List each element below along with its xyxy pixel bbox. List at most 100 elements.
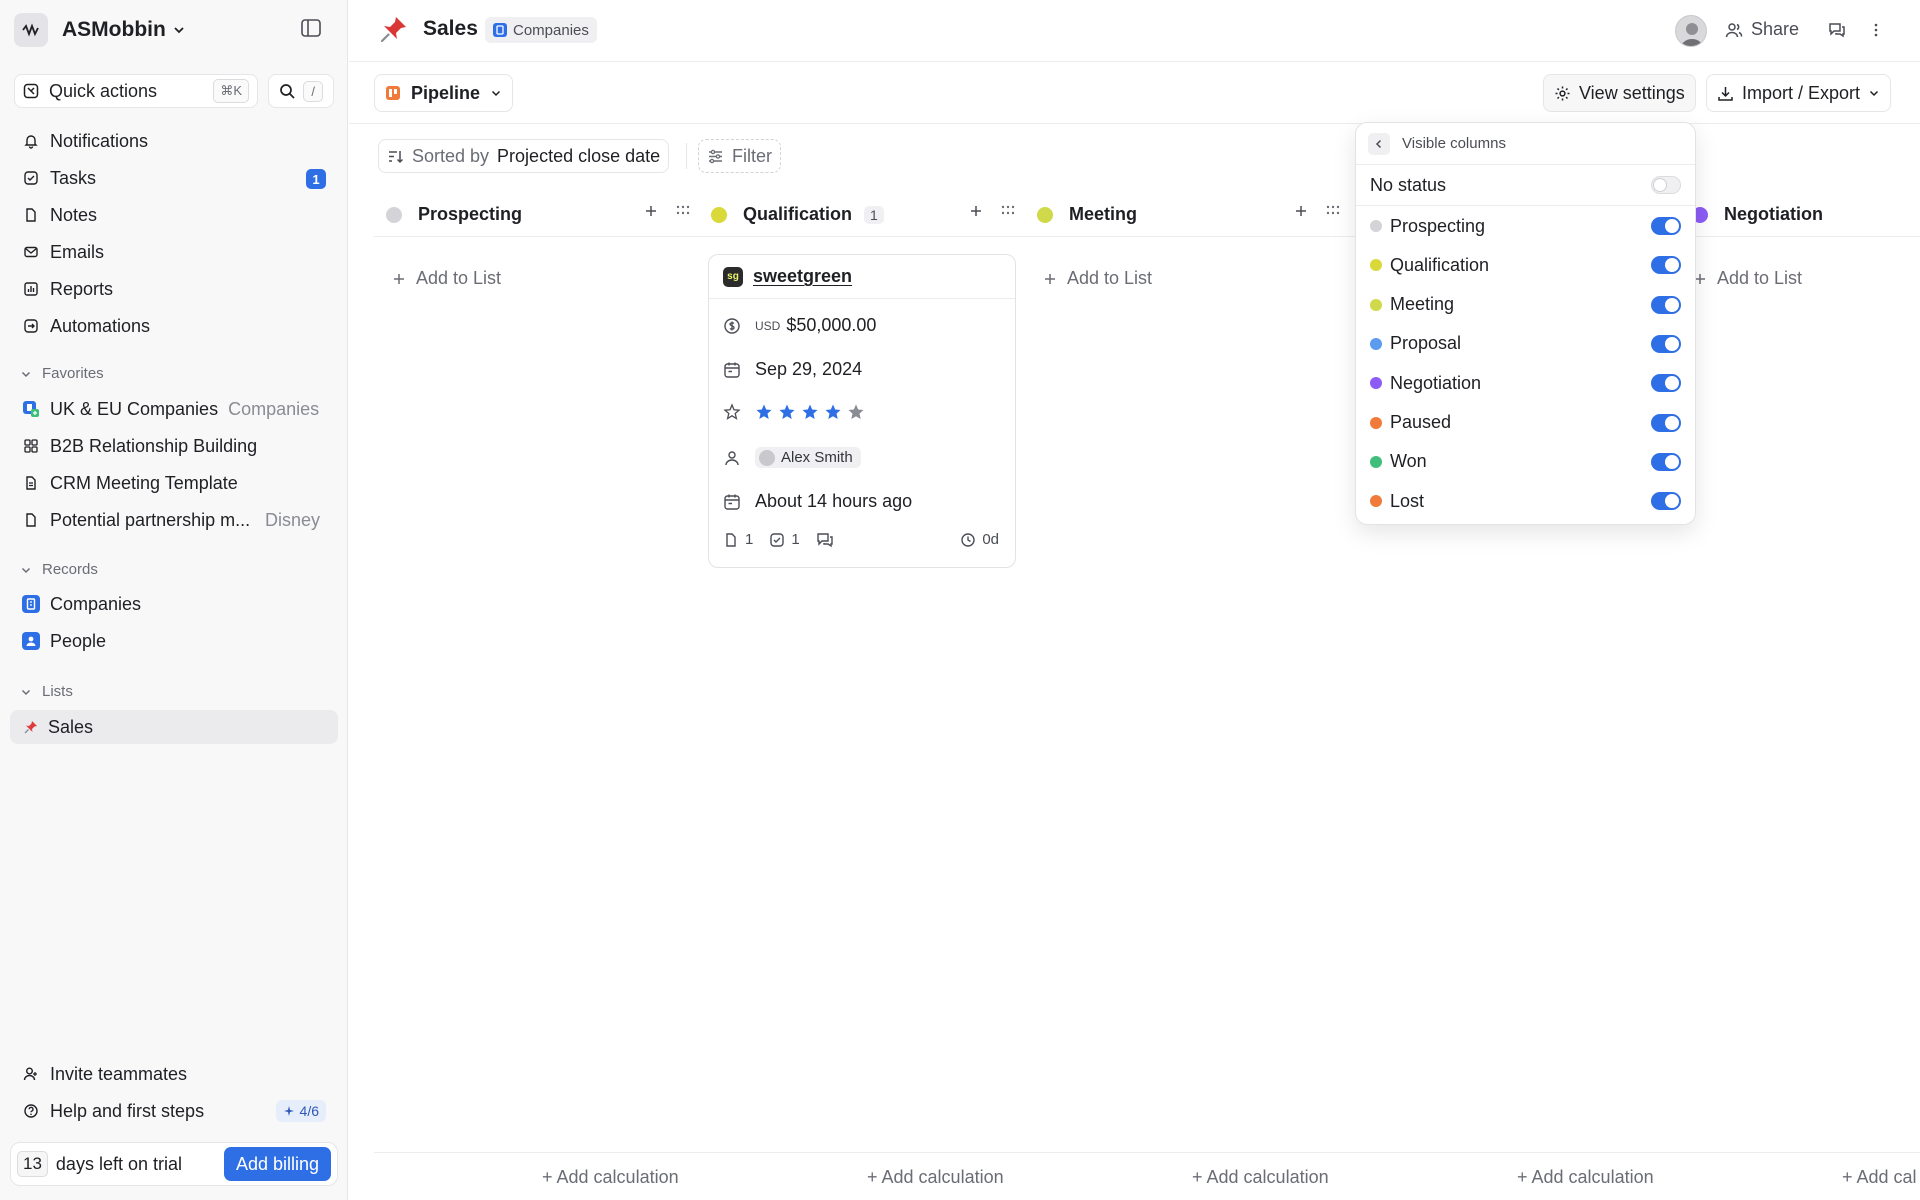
user-avatar[interactable] [1675, 15, 1707, 47]
sidebar-item-uk-eu-companies[interactable]: UK & EU Companies Companies [10, 392, 338, 426]
sidebar-item-label: Emails [50, 241, 105, 262]
chevron-down-icon [21, 371, 31, 377]
drag-handle-icon[interactable] [1001, 205, 1015, 215]
column-visibility-toggle[interactable] [1651, 374, 1681, 393]
column-visibility-row-proposal[interactable]: Proposal [1356, 325, 1695, 363]
column-visibility-row-qualification[interactable]: Qualification [1356, 246, 1695, 284]
tasks-counter[interactable]: 1 [769, 531, 800, 548]
sidebar-item-notifications[interactable]: Notifications [10, 124, 338, 158]
column-header-negotiation[interactable]: Negotiation [1692, 204, 1823, 225]
import-export-label: Import / Export [1742, 82, 1861, 103]
column-header-qualification[interactable]: Qualification 1 [711, 204, 884, 225]
quick-actions-button[interactable]: Quick actions ⌘K [14, 74, 258, 108]
file-icon [22, 206, 40, 224]
add-calculation-button[interactable]: + Add cal [1842, 1167, 1917, 1188]
column-visibility-row-won[interactable]: Won [1356, 443, 1695, 481]
no-status-row[interactable]: No status [1356, 166, 1695, 204]
star-filled-icon[interactable] [755, 403, 773, 421]
filter-button[interactable]: Filter [698, 139, 781, 173]
help-first-steps-link[interactable]: Help and first steps 4/6 [10, 1094, 338, 1128]
notes-counter[interactable]: 1 [723, 531, 753, 548]
add-calculation-button[interactable]: + Add calculation [1517, 1167, 1654, 1188]
toggle-knob [1665, 454, 1679, 469]
column-visibility-row-negotiation[interactable]: Negotiation [1356, 364, 1695, 402]
sidebar-item-reports[interactable]: Reports [10, 272, 338, 306]
add-record-icon[interactable] [1293, 203, 1309, 219]
owner-chip[interactable]: Alex Smith [755, 447, 861, 468]
star-empty-icon[interactable] [847, 403, 865, 421]
back-button[interactable] [1368, 132, 1390, 155]
lists-section-toggle[interactable]: Lists [20, 683, 73, 700]
sidebar-item-automations[interactable]: Automations [10, 309, 338, 343]
star-filled-icon[interactable] [801, 403, 819, 421]
add-record-icon[interactable] [643, 203, 659, 219]
status-dot [1370, 455, 1382, 468]
sidebar-item-people[interactable]: People [10, 624, 338, 658]
column-visibility-toggle[interactable] [1651, 217, 1681, 235]
status-dot [1370, 337, 1382, 350]
more-options-icon[interactable] [1873, 20, 1879, 40]
sidebar-item-tasks[interactable]: Tasks 1 [10, 161, 338, 195]
favorites-section-toggle[interactable]: Favorites [20, 365, 104, 382]
sidebar-item-companies[interactable]: Companies [10, 587, 338, 621]
sidebar-item-crm-meeting-template[interactable]: CRM Meeting Template [10, 466, 338, 500]
sidebar-item-label: Reports [50, 278, 114, 299]
comments-icon[interactable] [1827, 20, 1847, 40]
add-calculation-button[interactable]: + Add calculation [1192, 1167, 1329, 1188]
view-settings-button[interactable]: View settings [1543, 74, 1696, 112]
column-visibility-toggle[interactable] [1651, 492, 1681, 511]
file-icon [22, 511, 40, 529]
star-rating[interactable] [755, 403, 865, 421]
sidebar-item-emails[interactable]: Emails [10, 235, 338, 269]
add-to-list-button[interactable]: Add to List [1693, 268, 1802, 289]
sort-chip[interactable]: Sorted by Projected close date [378, 139, 670, 173]
deal-card[interactable]: sg sweetgreen USD $50,000.00 Sep 29, 202… [708, 254, 1016, 568]
sidebar-toggle-icon[interactable] [300, 17, 322, 39]
add-record-icon[interactable] [968, 203, 984, 219]
column-header-prospecting[interactable]: Prospecting [386, 204, 522, 225]
column-visibility-label: Proposal [1390, 333, 1462, 354]
no-status-toggle[interactable] [1651, 176, 1681, 194]
invite-teammates-link[interactable]: Invite teammates [10, 1057, 338, 1091]
drag-handle-icon[interactable] [676, 205, 690, 215]
status-dot [1037, 206, 1053, 223]
companies-list-icon [22, 400, 40, 418]
import-export-button[interactable]: Import / Export [1706, 74, 1892, 112]
records-section-toggle[interactable]: Records [20, 561, 98, 578]
view-selector-button[interactable]: Pipeline [374, 74, 514, 112]
add-to-list-button[interactable]: Add to List [1043, 268, 1152, 289]
add-calculation-button[interactable]: + Add calculation [867, 1167, 1004, 1188]
task-icon [770, 532, 785, 547]
company-link[interactable]: sweetgreen [753, 266, 852, 287]
deal-age: 0d [960, 531, 999, 548]
filter-label: Filter [732, 145, 772, 166]
search-button[interactable]: / [268, 74, 334, 108]
add-calculation-button[interactable]: + Add calculation [542, 1167, 679, 1188]
close-date-row: Sep 29, 2024 [723, 359, 862, 380]
column-visibility-row-meeting[interactable]: Meeting [1356, 286, 1695, 324]
star-filled-icon[interactable] [778, 403, 796, 421]
parent-object-chip[interactable]: Companies [485, 17, 597, 43]
column-visibility-row-prospecting[interactable]: Prospecting [1356, 207, 1695, 245]
column-visibility-toggle[interactable] [1651, 295, 1681, 314]
comments-counter[interactable] [816, 532, 834, 548]
add-billing-button[interactable]: Add billing [223, 1147, 331, 1181]
sidebar-item-notes[interactable]: Notes [10, 198, 338, 232]
chevron-down-icon [492, 90, 501, 97]
column-visibility-row-paused[interactable]: Paused [1356, 404, 1695, 442]
column-header-meeting[interactable]: Meeting [1037, 204, 1137, 225]
column-visibility-toggle[interactable] [1651, 452, 1681, 471]
sidebar-item-sales[interactable]: Sales [10, 710, 338, 744]
workspace-switcher[interactable]: ASMobbin [14, 12, 186, 48]
company-logo: sg [723, 266, 743, 287]
share-button[interactable]: Share [1725, 19, 1799, 40]
drag-handle-icon[interactable] [1326, 205, 1340, 215]
sidebar-item-b2b-relationship[interactable]: B2B Relationship Building [10, 429, 338, 463]
column-visibility-toggle[interactable] [1651, 413, 1681, 432]
star-filled-icon[interactable] [824, 403, 842, 421]
column-visibility-toggle[interactable] [1651, 256, 1681, 275]
column-visibility-row-lost[interactable]: Lost [1356, 482, 1695, 520]
sidebar-item-potential-partnership[interactable]: Potential partnership m... Disney [10, 503, 338, 537]
add-to-list-button[interactable]: Add to List [392, 268, 501, 289]
column-visibility-toggle[interactable] [1651, 334, 1681, 353]
